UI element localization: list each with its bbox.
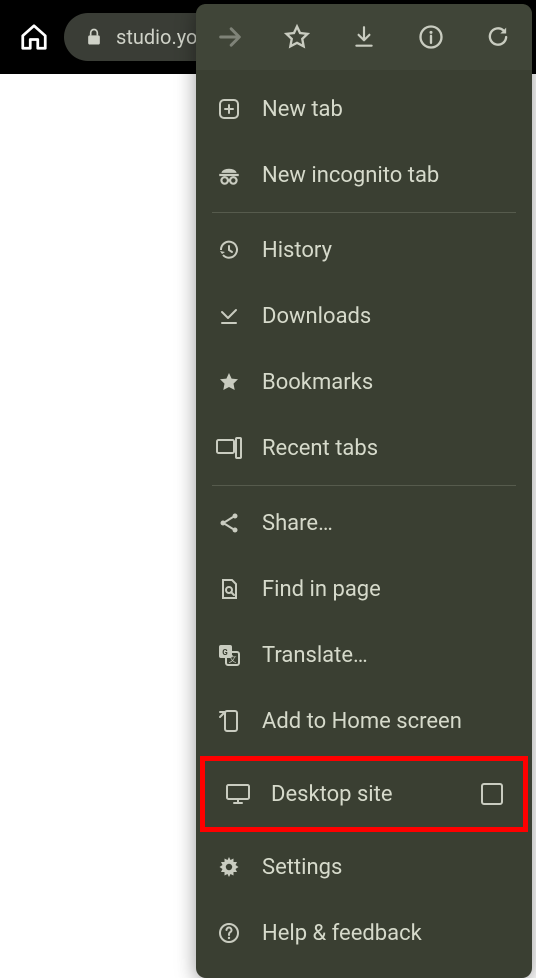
menu-item-history[interactable]: History — [196, 217, 532, 283]
lock-icon — [84, 27, 104, 47]
plus-box-icon — [216, 96, 242, 122]
desktop-site-checkbox[interactable] — [481, 783, 503, 805]
menu-label: New tab — [262, 97, 512, 122]
download-button[interactable] — [344, 17, 384, 57]
star-icon — [216, 369, 242, 395]
menu-label: Help & feedback — [262, 921, 512, 946]
menu-label: New incognito tab — [262, 163, 512, 188]
menu-item-help-feedback[interactable]: Help & feedback — [196, 900, 532, 966]
bookmark-button[interactable] — [277, 17, 317, 57]
menu-item-share[interactable]: Share… — [196, 490, 532, 556]
menu-label: Settings — [262, 855, 512, 880]
menu-item-downloads[interactable]: Downloads — [196, 283, 532, 349]
downloads-icon — [216, 303, 242, 329]
svg-text:文: 文 — [229, 654, 237, 664]
overflow-menu: New tab New incognito tab History — [196, 4, 532, 978]
menu-toolbar — [196, 4, 532, 70]
history-icon — [216, 237, 242, 263]
menu-label: History — [262, 238, 512, 263]
menu-separator — [212, 485, 516, 486]
home-button[interactable] — [12, 15, 56, 59]
menu-item-bookmarks[interactable]: Bookmarks — [196, 349, 532, 415]
svg-text:G: G — [222, 648, 228, 657]
menu-item-settings[interactable]: Settings — [196, 834, 532, 900]
menu-label: Desktop site — [271, 782, 461, 807]
download-icon — [351, 24, 377, 50]
translate-icon: G文 — [216, 642, 242, 668]
highlight-annotation: Desktop site — [200, 756, 528, 832]
menu-label: Find in page — [262, 577, 512, 602]
menu-label: Share… — [262, 511, 512, 536]
info-button[interactable] — [411, 17, 451, 57]
share-icon — [216, 510, 242, 536]
menu-label: Bookmarks — [262, 370, 512, 395]
menu-list: New tab New incognito tab History — [196, 70, 532, 978]
help-icon — [216, 920, 242, 946]
incognito-icon — [216, 162, 242, 188]
recent-tabs-icon — [216, 435, 242, 461]
gear-icon — [216, 854, 242, 880]
info-icon — [417, 23, 445, 51]
desktop-icon — [225, 781, 251, 807]
forward-button[interactable] — [210, 17, 250, 57]
menu-item-new-tab[interactable]: New tab — [196, 76, 532, 142]
home-icon — [19, 22, 49, 52]
url-text: studio.yo — [116, 25, 197, 49]
reload-icon — [484, 23, 512, 51]
menu-label: Downloads — [262, 304, 512, 329]
menu-label: Translate… — [262, 643, 512, 668]
menu-item-recent-tabs[interactable]: Recent tabs — [196, 415, 532, 481]
menu-item-translate[interactable]: G文 Translate… — [196, 622, 532, 688]
find-in-page-icon — [216, 576, 242, 602]
reload-button[interactable] — [478, 17, 518, 57]
menu-label: Recent tabs — [262, 436, 512, 461]
menu-label: Add to Home screen — [262, 709, 512, 734]
star-outline-icon — [283, 23, 311, 51]
menu-separator — [212, 212, 516, 213]
arrow-right-icon — [216, 23, 244, 51]
menu-item-new-incognito[interactable]: New incognito tab — [196, 142, 532, 208]
menu-item-add-to-home[interactable]: Add to Home screen — [196, 688, 532, 754]
menu-item-find-in-page[interactable]: Find in page — [196, 556, 532, 622]
menu-item-desktop-site[interactable]: Desktop site — [205, 761, 523, 827]
add-to-home-icon — [216, 708, 242, 734]
